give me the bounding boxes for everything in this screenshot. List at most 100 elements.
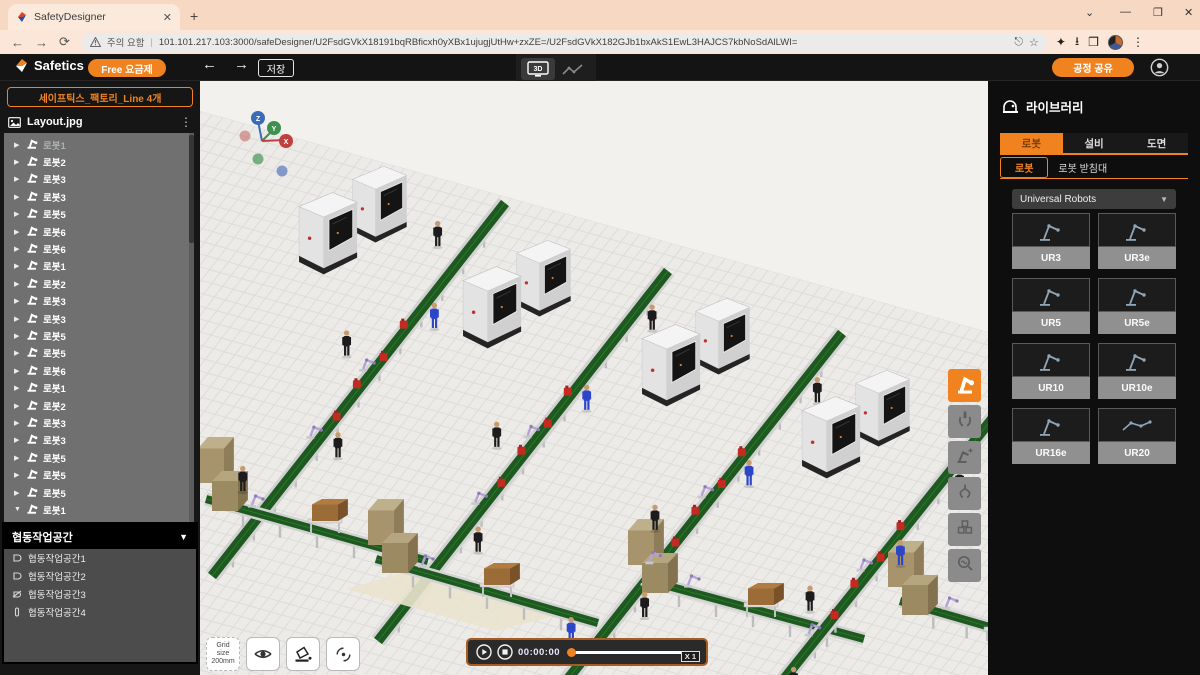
caret-collapsed-icon[interactable]: ▶ (14, 349, 21, 357)
tree-item[interactable]: ▶ 로봇6 (4, 362, 194, 379)
caret-collapsed-icon[interactable]: ▶ (14, 297, 21, 305)
tree-item[interactable]: ▶ 로봇2 (4, 275, 194, 292)
window-maximize-icon[interactable]: ❐ (1153, 6, 1163, 19)
tree-item[interactable]: ▶ 로봇3 (4, 432, 194, 449)
robot-card-UR10[interactable]: UR10 (1012, 343, 1090, 399)
subtab-robot-stand[interactable]: 로봇 받침대 (1058, 160, 1107, 175)
caret-collapsed-icon[interactable]: ▶ (14, 141, 21, 149)
browser-menu-icon[interactable]: ⋮ (1132, 35, 1144, 49)
url-bar[interactable]: 주의 요함 | 101.101.217.103:3000/safeDesigne… (82, 33, 1047, 52)
caret-collapsed-icon[interactable]: ▶ (14, 245, 21, 253)
bookmark-star-icon[interactable]: ☆ (1029, 36, 1039, 49)
stop-button[interactable] (497, 644, 513, 660)
orbit-reset-button[interactable] (326, 637, 360, 671)
caret-collapsed-icon[interactable]: ▶ (14, 332, 21, 340)
tab-close-icon[interactable]: ✕ (163, 11, 172, 24)
tree-item[interactable]: ▶ 로봇6 (4, 223, 194, 240)
layout-header-row[interactable]: Layout.jpg ⋮ (0, 111, 200, 133)
tree-item[interactable]: ▶ 로봇6 (4, 240, 194, 257)
process-share-button[interactable]: 공정 공유 (1052, 58, 1134, 77)
save-button[interactable]: 저장 (258, 59, 294, 77)
subtab-robot[interactable]: 로봇 (1000, 157, 1048, 178)
window-minimize-icon[interactable]: — (1120, 6, 1131, 18)
workspace-item[interactable]: 협동작업공간3 (4, 585, 196, 603)
play-button[interactable] (476, 644, 492, 660)
reload-icon[interactable]: ⟳ (59, 34, 70, 50)
browser-profile-avatar[interactable] (1108, 35, 1123, 50)
layout-menu-icon[interactable]: ⋮ (180, 115, 192, 129)
redo-arrow-icon[interactable]: → (234, 57, 249, 72)
tree-item[interactable]: ▶ 로봇1 (4, 379, 194, 396)
caret-collapsed-icon[interactable]: ▶ (14, 158, 21, 166)
caret-collapsed-icon[interactable]: ▶ (14, 280, 21, 288)
robot-card-UR10e[interactable]: UR10e (1098, 343, 1176, 399)
window-chevron-icon[interactable]: ⌄ (1085, 6, 1094, 19)
tool-gripper-button[interactable] (948, 405, 981, 438)
robot-card-UR16e[interactable]: UR16e (1012, 408, 1090, 464)
workspace-item[interactable]: 협동작업공간4 (4, 603, 196, 621)
library-tab-설비[interactable]: 설비 (1063, 133, 1126, 153)
tool-claw-button[interactable] (948, 477, 981, 510)
tree-item[interactable]: ▶ 로봇5 (4, 449, 194, 466)
download-icon[interactable]: ⭳ (1075, 32, 1079, 53)
caret-collapsed-icon[interactable]: ▶ (14, 471, 21, 479)
tree-item[interactable]: ▶ 로봇5 (4, 466, 194, 483)
caret-collapsed-icon[interactable]: ▶ (14, 175, 21, 183)
share-page-icon[interactable]: ⎋ (1014, 36, 1023, 49)
plan-button[interactable]: Free 요금제 (88, 59, 166, 77)
project-button[interactable]: 세이프틱스_팩토리_Line 4개 (7, 87, 193, 107)
reading-list-icon[interactable]: ❒ (1088, 35, 1099, 49)
robot-card-UR20[interactable]: UR20 (1098, 408, 1176, 464)
caret-expanded-icon[interactable]: ▼ (14, 506, 21, 513)
caret-collapsed-icon[interactable]: ▶ (14, 489, 21, 497)
user-profile-icon[interactable] (1150, 58, 1169, 77)
workspace-item[interactable]: 협동작업공간1 (4, 549, 196, 567)
tool-package-button[interactable] (948, 513, 981, 546)
robot-card-UR5e[interactable]: UR5e (1098, 278, 1176, 334)
caret-collapsed-icon[interactable]: ▶ (14, 419, 21, 427)
caret-collapsed-icon[interactable]: ▶ (14, 402, 21, 410)
tree-item[interactable]: ▶ 로봇5 (4, 345, 194, 362)
caret-collapsed-icon[interactable]: ▶ (14, 384, 21, 392)
tree-item[interactable]: ▶ 로봇2 (4, 153, 194, 170)
tree-item[interactable]: ▼ 로봇1 (4, 501, 194, 518)
undo-arrow-icon[interactable]: ← (202, 57, 217, 72)
caret-collapsed-icon[interactable]: ▶ (14, 262, 21, 270)
caret-collapsed-icon[interactable]: ▶ (14, 210, 21, 218)
tree-item[interactable]: ▶ 로봇2 (4, 397, 194, 414)
library-tab-도면[interactable]: 도면 (1125, 133, 1188, 153)
caret-collapsed-icon[interactable]: ▶ (14, 436, 21, 444)
caret-collapsed-icon[interactable]: ▶ (14, 228, 21, 236)
robot-card-UR3[interactable]: UR3 (1012, 213, 1090, 269)
viewport-3d[interactable]: Z Y X Grid size 200mm (200, 81, 988, 675)
robot-card-UR3e[interactable]: UR3e (1098, 213, 1176, 269)
tree-item[interactable]: ▶ 로봇1 (4, 258, 194, 275)
back-icon[interactable]: ← (11, 35, 24, 50)
tree-item[interactable]: ▶ 로봇3 (4, 310, 194, 327)
tree-item[interactable]: ▶ 로봇5 (4, 206, 194, 223)
tree-item[interactable]: ▶ 로봇5 (4, 327, 194, 344)
tree-item[interactable]: ▶ 로봇3 (4, 171, 194, 188)
browser-tab[interactable]: SafetyDesigner ✕ (8, 4, 180, 30)
library-tab-로봇[interactable]: 로봇 (1000, 133, 1063, 153)
caret-collapsed-icon[interactable]: ▶ (14, 193, 21, 201)
caret-collapsed-icon[interactable]: ▶ (14, 367, 21, 375)
tree-item[interactable]: ▶ 로봇3 (4, 293, 194, 310)
workspace-header[interactable]: 협동작업공간 ▼ (4, 524, 196, 549)
forward-icon[interactable]: → (35, 35, 48, 50)
tree-scrollbar-thumb[interactable] (189, 135, 194, 243)
timeline-handle[interactable] (567, 648, 576, 657)
caret-collapsed-icon[interactable]: ▶ (14, 454, 21, 462)
tree-item[interactable]: ▶ 로봇1 (4, 136, 194, 153)
robot-card-UR5[interactable]: UR5 (1012, 278, 1090, 334)
tree-item[interactable]: ▶ 로봇3 (4, 414, 194, 431)
tool-robot-arm-button[interactable] (948, 369, 981, 402)
view-3d-button[interactable]: 3D (521, 58, 555, 80)
extension-icon[interactable]: ✦ (1056, 35, 1066, 49)
tool-search-wave-button[interactable] (948, 549, 981, 582)
paint-fill-button[interactable] (286, 637, 320, 671)
caret-collapsed-icon[interactable]: ▶ (14, 315, 21, 323)
vendor-dropdown[interactable]: Universal Robots ▼ (1012, 189, 1176, 209)
timeline-track[interactable] (569, 651, 698, 654)
tree-item[interactable]: ▶ 로봇5 (4, 484, 194, 501)
